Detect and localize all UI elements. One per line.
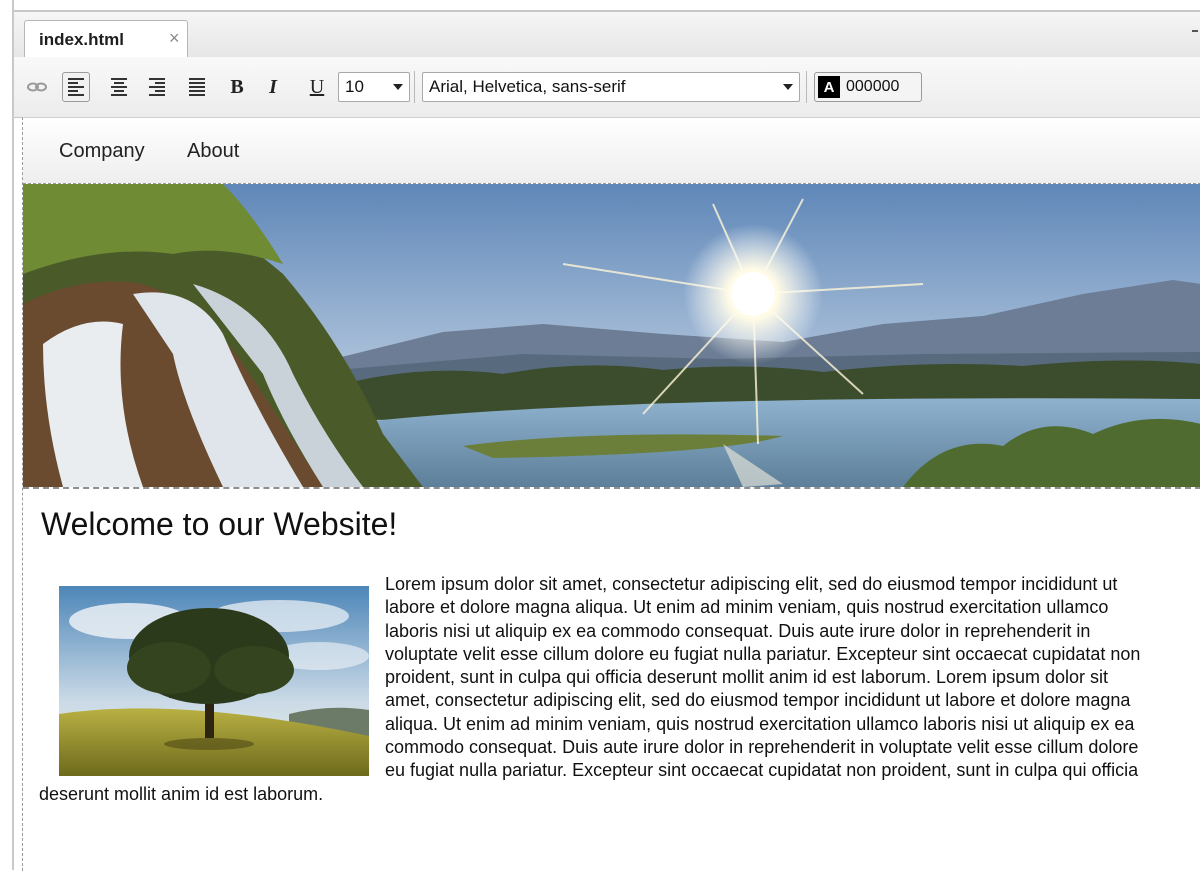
tab-index-html[interactable]: index.html × [24, 20, 188, 58]
hero-image[interactable] [23, 184, 1200, 489]
close-icon[interactable]: × [169, 28, 180, 49]
chevron-down-icon [393, 84, 403, 90]
nav-link-about[interactable]: About [187, 140, 239, 163]
tab-label: index.html [39, 30, 125, 49]
page-nav-bar: Company About [23, 118, 1200, 184]
toolbar-divider [806, 71, 807, 103]
font-family-select[interactable]: Arial, Helvetica, sans-serif [422, 72, 800, 102]
tree-image[interactable] [59, 586, 369, 776]
italic-button[interactable]: I [260, 72, 286, 102]
window-left-edge [0, 0, 14, 870]
editor-window: index.html × B I U 10 Arial, Helvetica, … [0, 0, 1200, 871]
underline-button[interactable]: U [304, 72, 330, 102]
text-color-swatch: A [818, 76, 840, 98]
align-left-icon[interactable] [62, 72, 90, 102]
font-size-select[interactable]: 10 [338, 72, 410, 102]
link-icon[interactable] [24, 72, 50, 102]
nav-link-company[interactable]: Company [59, 140, 145, 163]
bold-button[interactable]: B [224, 72, 250, 102]
align-justify-icon[interactable] [184, 72, 210, 102]
align-center-icon[interactable] [106, 72, 132, 102]
text-color-button[interactable]: A 000000 [814, 72, 922, 102]
chevron-down-icon [783, 84, 793, 90]
text-color-hex: 000000 [846, 78, 900, 95]
font-family-value: Arial, Helvetica, sans-serif [429, 77, 626, 96]
page-heading: Welcome to our Website! [41, 506, 398, 542]
tab-menu-icon[interactable] [1192, 30, 1198, 38]
editor-canvas[interactable]: Company About Welcome to our Website! Lo… [22, 117, 1200, 871]
tab-strip: index.html × [14, 10, 1200, 59]
font-size-value: 10 [345, 77, 364, 96]
formatting-toolbar: B I U 10 Arial, Helvetica, sans-serif A … [14, 57, 1200, 118]
toolbar-divider [414, 71, 415, 103]
body-paragraph: Lorem ipsum dolor sit amet, consectetur … [39, 573, 1149, 806]
align-right-icon[interactable] [144, 72, 170, 102]
